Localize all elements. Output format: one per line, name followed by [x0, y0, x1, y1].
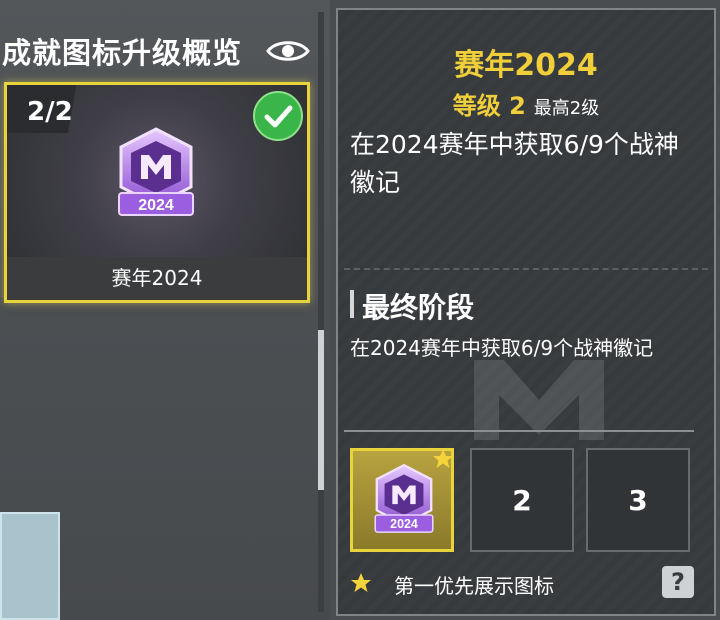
- watermark-icon: [474, 360, 604, 440]
- slot-level-label: 2: [512, 483, 532, 517]
- eye-icon[interactable]: [266, 38, 310, 64]
- star-icon: [433, 449, 453, 468]
- current-level: 等级 2: [452, 92, 526, 120]
- season-badge-icon: 2024: [374, 463, 434, 533]
- help-icon[interactable]: ?: [662, 566, 694, 598]
- scrollbar-thumb[interactable]: [318, 330, 324, 490]
- season-title: 赛年2024: [454, 48, 598, 83]
- slot-level-label: 3: [628, 483, 648, 517]
- achievement-description: 在2024赛年中获取6/9个战神徽记: [350, 130, 679, 197]
- progress-count: 2/2: [27, 97, 73, 127]
- level-slot-2[interactable]: 2: [470, 448, 574, 552]
- season-badge-icon: 2024: [118, 127, 194, 216]
- level-slot-1[interactable]: 2024: [350, 448, 454, 552]
- panel-title: 成就图标升级概览: [2, 36, 243, 70]
- divider: [344, 268, 708, 270]
- max-level: 最高2级: [533, 98, 600, 119]
- badge-year: 2024: [138, 197, 174, 214]
- priority-legend: 第一优先展示图标: [394, 574, 554, 598]
- divider: [344, 430, 694, 432]
- stage-marker: [350, 290, 354, 318]
- badge-year: 2024: [390, 517, 418, 531]
- level-row: 等级 2 最高2级: [338, 86, 714, 121]
- stage-title: 最终阶段: [362, 291, 475, 324]
- scrollbar-track[interactable]: [318, 12, 324, 612]
- achievement-card[interactable]: 2/2 2024 赛年2024: [4, 82, 310, 303]
- card-label: 赛年2024: [7, 257, 307, 300]
- star-icon: [351, 573, 371, 592]
- card-art: 2/2 2024: [7, 85, 307, 257]
- next-card-thumbnail[interactable]: [0, 512, 60, 620]
- achievement-list-panel: 成就图标升级概览 2/2 2024 赛年2024: [0, 0, 330, 620]
- level-slot-3[interactable]: 3: [586, 448, 690, 552]
- detail-panel: 赛年2024 等级 2 最高2级 在2024赛年中获取6/9个战神徽记 最终阶段 …: [336, 8, 716, 616]
- check-icon: [253, 91, 303, 141]
